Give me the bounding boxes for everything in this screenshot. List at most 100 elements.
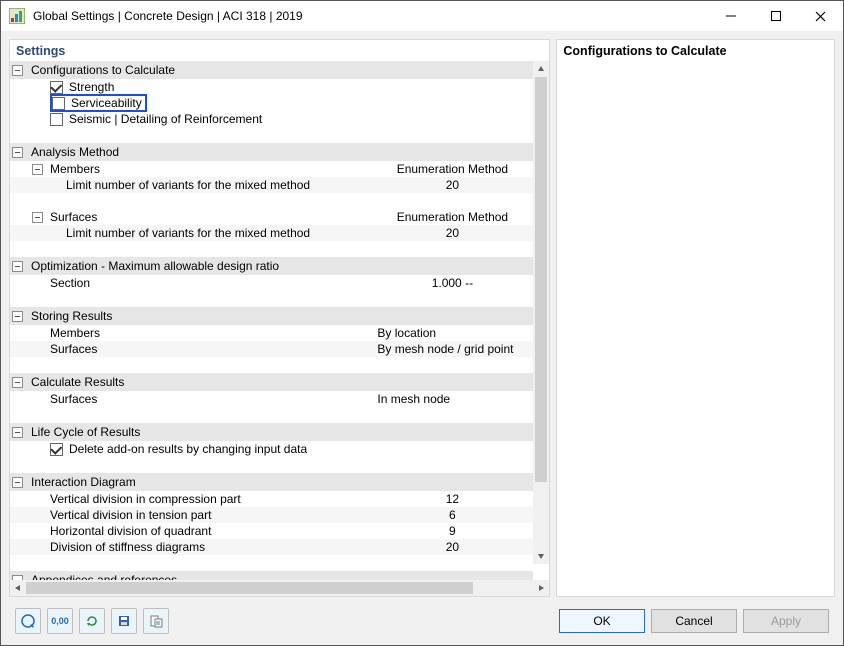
label-strength: Strength	[69, 80, 114, 94]
value[interactable]: 20	[377, 226, 533, 240]
maximize-button[interactable]	[753, 2, 798, 30]
label: Surfaces	[50, 210, 97, 224]
scroll-up-icon[interactable]	[533, 61, 549, 77]
tree-wrap: Configurations to Calculate Strength Ser…	[10, 61, 549, 580]
group-lifecycle[interactable]: Life Cycle of Results	[10, 423, 533, 441]
close-button[interactable]	[798, 2, 843, 30]
row-hquad[interactable]: Horizontal division of quadrant 9	[10, 523, 533, 539]
row-vcomp[interactable]: Vertical division in compression part 12	[10, 491, 533, 507]
value[interactable]: 12	[377, 492, 533, 506]
units-button[interactable]: 0,00	[47, 608, 73, 634]
scroll-thumb[interactable]	[26, 582, 473, 594]
group-label: Optimization - Maximum allowable design …	[31, 259, 279, 273]
group-optimization[interactable]: Optimization - Maximum allowable design …	[10, 257, 533, 275]
label: Horizontal division of quadrant	[50, 524, 211, 538]
group-configurations[interactable]: Configurations to Calculate	[10, 61, 533, 79]
scroll-track[interactable]	[26, 580, 533, 596]
footer: 0,00 OK Cancel Apply	[9, 597, 835, 645]
collapse-icon[interactable]	[12, 261, 23, 272]
collapse-icon[interactable]	[12, 377, 23, 388]
left-body: Configurations to Calculate Strength Ser…	[10, 61, 549, 596]
value[interactable]: 20	[377, 178, 533, 192]
row-members[interactable]: Members Enumeration Method	[10, 161, 533, 177]
scroll-thumb[interactable]	[535, 77, 547, 482]
row-seismic: Seismic | Detailing of Reinforcement	[10, 111, 533, 127]
scroll-track[interactable]	[533, 77, 549, 548]
group-calculate[interactable]: Calculate Results	[10, 373, 533, 391]
panels: Settings Configurations to Calculate Str…	[9, 39, 835, 597]
group-storing[interactable]: Storing Results	[10, 307, 533, 325]
save-button[interactable]	[111, 608, 137, 634]
row-storing-surfaces[interactable]: Surfaces By mesh node / grid point	[10, 341, 533, 357]
row-calc-surfaces[interactable]: Surfaces In mesh node	[10, 391, 533, 407]
collapse-icon[interactable]	[12, 311, 23, 322]
label-seismic: Seismic | Detailing of Reinforcement	[69, 112, 262, 126]
group-label: Calculate Results	[31, 375, 124, 389]
row-vtens[interactable]: Vertical division in tension part 6	[10, 507, 533, 523]
row-stiff[interactable]: Division of stiffness diagrams 20	[10, 539, 533, 555]
vertical-scrollbar[interactable]	[533, 61, 549, 564]
cancel-button[interactable]: Cancel	[651, 609, 737, 633]
label: Limit number of variants for the mixed m…	[66, 178, 310, 192]
group-label: Life Cycle of Results	[31, 425, 140, 439]
collapse-icon[interactable]	[12, 65, 23, 76]
value[interactable]: In mesh node	[377, 392, 533, 406]
scroll-down-icon[interactable]	[533, 548, 549, 564]
value[interactable]: Enumeration Method	[377, 162, 533, 176]
horizontal-scrollbar[interactable]	[10, 580, 549, 596]
value[interactable]: 9	[377, 524, 533, 538]
report-button[interactable]	[143, 608, 169, 634]
value[interactable]: By mesh node / grid point	[377, 342, 533, 356]
group-label: Storing Results	[31, 309, 112, 323]
refresh-button[interactable]	[79, 608, 105, 634]
row-section[interactable]: Section 1.000 --	[10, 275, 533, 291]
group-interaction[interactable]: Interaction Diagram	[10, 473, 533, 491]
checkbox-serviceability[interactable]	[52, 97, 65, 110]
client-area: Settings Configurations to Calculate Str…	[1, 31, 843, 645]
apply-button[interactable]: Apply	[743, 609, 829, 633]
label: Delete add-on results by changing input …	[69, 442, 307, 456]
collapse-icon[interactable]	[12, 477, 23, 488]
highlight-serviceability: Serviceability	[50, 94, 147, 112]
collapse-icon[interactable]	[12, 427, 23, 438]
value[interactable]: 6	[377, 508, 533, 522]
collapse-icon[interactable]	[12, 575, 23, 581]
label: Surfaces	[50, 392, 97, 406]
collapse-icon[interactable]	[12, 147, 23, 158]
group-analysis[interactable]: Analysis Method	[10, 143, 533, 161]
value[interactable]: 1.000 --	[377, 276, 533, 290]
minimize-button[interactable]	[708, 2, 753, 30]
ok-button[interactable]: OK	[559, 609, 645, 633]
group-label: Interaction Diagram	[31, 475, 136, 489]
label: Vertical division in tension part	[50, 508, 211, 522]
label: Division of stiffness diagrams	[50, 540, 205, 554]
app-icon	[9, 8, 25, 24]
row-surfaces[interactable]: Surfaces Enumeration Method	[10, 209, 533, 225]
row-members-limit[interactable]: Limit number of variants for the mixed m…	[10, 177, 533, 193]
row-delete-results: Delete add-on results by changing input …	[10, 441, 533, 457]
help-button[interactable]	[15, 608, 41, 634]
checkbox-seismic[interactable]	[50, 113, 63, 126]
right-panel-title: Configurations to Calculate	[557, 40, 834, 61]
group-appendices[interactable]: Appendices and references	[10, 571, 533, 580]
label: Section	[50, 276, 90, 290]
left-panel: Settings Configurations to Calculate Str…	[9, 39, 550, 597]
row-storing-members[interactable]: Members By location	[10, 325, 533, 341]
scroll-right-icon[interactable]	[533, 580, 549, 596]
label: Vertical division in compression part	[50, 492, 241, 506]
left-panel-title: Settings	[10, 40, 549, 61]
window-title: Global Settings | Concrete Design | ACI …	[33, 9, 708, 23]
group-label: Appendices and references	[31, 573, 177, 580]
row-surfaces-limit[interactable]: Limit number of variants for the mixed m…	[10, 225, 533, 241]
value[interactable]: Enumeration Method	[377, 210, 533, 224]
units-icon: 0,00	[51, 616, 69, 626]
titlebar: Global Settings | Concrete Design | ACI …	[1, 1, 843, 31]
checkbox-strength[interactable]	[50, 81, 63, 94]
value[interactable]: 20	[377, 540, 533, 554]
scroll-left-icon[interactable]	[10, 580, 26, 596]
value[interactable]: By location	[377, 326, 533, 340]
checkbox-delete-results[interactable]	[50, 443, 63, 456]
label: Members	[50, 326, 100, 340]
label: Members	[50, 162, 100, 176]
group-label: Analysis Method	[31, 145, 119, 159]
